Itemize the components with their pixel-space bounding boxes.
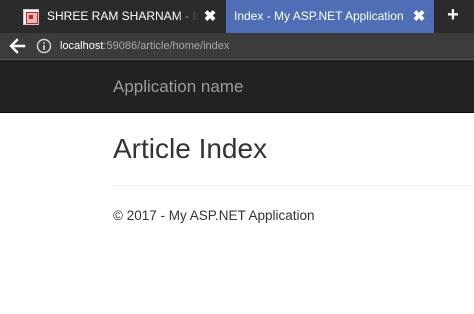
brand-link[interactable]: Application name — [113, 60, 243, 113]
browser-tab-strip: SHREE RAM SHARNAM - Int ✖ Index - My ASP… — [0, 0, 474, 33]
info-icon[interactable] — [36, 38, 52, 54]
address-bar-url[interactable]: localhost:59086/article/home/index — [60, 33, 229, 60]
footer-copyright: © 2017 - My ASP.NET Application — [113, 208, 315, 223]
url-path: :59086/article/home/index — [103, 40, 230, 52]
url-host: localhost — [60, 40, 104, 52]
page-navbar: Application name — [0, 60, 474, 113]
tab-title: SHREE RAM SHARNAM - Int — [47, 9, 199, 23]
browser-tab-shree-ram-sharnam[interactable]: SHREE RAM SHARNAM - Int ✖ — [0, 0, 226, 33]
browser-tab-index[interactable]: Index - My ASP.NET Application ✖ — [226, 0, 434, 33]
new-tab-button[interactable]: + — [440, 0, 466, 33]
site-favicon-icon — [23, 9, 39, 25]
tab-close-icon[interactable]: ✖ — [411, 0, 427, 33]
tab-title: Index - My ASP.NET Application — [234, 9, 404, 23]
browser-toolbar: localhost:59086/article/home/index — [0, 33, 474, 60]
tab-close-icon[interactable]: ✖ — [202, 0, 218, 33]
footer-divider — [113, 185, 474, 186]
page-title: Article Index — [113, 133, 268, 164]
back-arrow-icon[interactable] — [8, 37, 26, 55]
